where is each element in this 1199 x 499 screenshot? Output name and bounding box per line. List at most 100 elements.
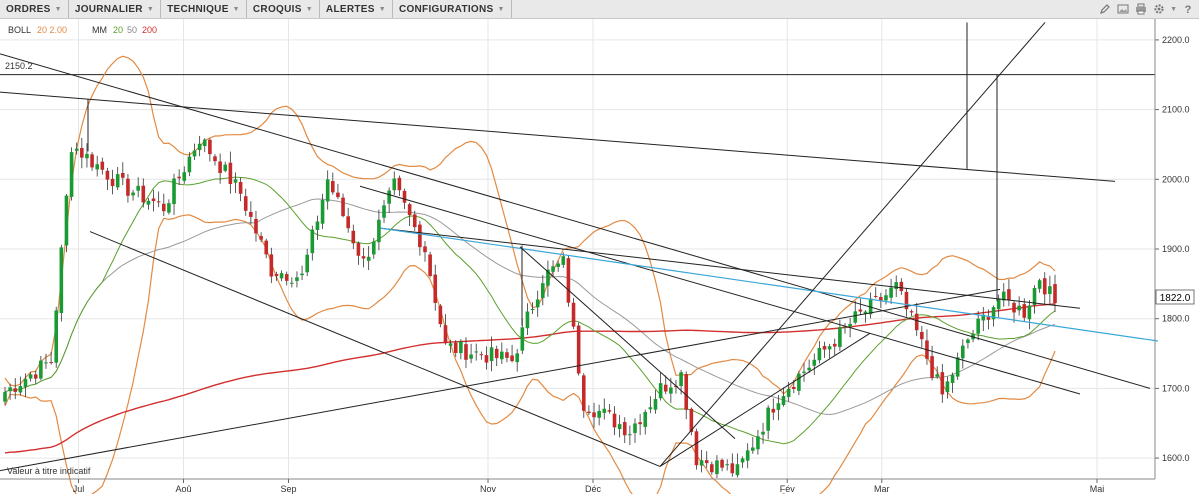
candle (151, 189, 156, 212)
trendline-steep (659, 22, 1046, 467)
candle-body (663, 384, 668, 392)
candle-body (745, 450, 750, 461)
gear-icon[interactable] (1152, 2, 1166, 16)
candle-body (592, 412, 596, 418)
candle-body (269, 254, 274, 277)
candle (110, 169, 115, 195)
candle-body (325, 179, 330, 202)
menu-croquis[interactable]: CROQUIS ▼ (247, 0, 320, 18)
menu-alertes[interactable]: ALERTES ▼ (320, 0, 393, 18)
candle (1027, 299, 1032, 330)
candle-body (136, 185, 140, 191)
menu-technique[interactable]: TECHNIQUE ▼ (161, 0, 247, 18)
candle (694, 428, 699, 470)
candle-body (500, 351, 504, 360)
candle (894, 275, 899, 298)
candle (971, 329, 975, 343)
candle (756, 429, 760, 455)
candle (863, 310, 868, 323)
candle-body (320, 199, 325, 224)
candle (961, 339, 965, 369)
candle-body (469, 354, 473, 359)
candle (1001, 283, 1006, 307)
candle (407, 202, 412, 227)
candle (909, 309, 914, 316)
candle-body (791, 386, 796, 389)
candle (208, 138, 212, 162)
candle-body (418, 224, 422, 248)
candle-body (587, 411, 591, 414)
candle (459, 339, 463, 360)
candle-body (561, 256, 566, 265)
chart-area[interactable]: 2200.0 2100.0 2000.0 1900.0 1800.0 1700.0 1600… (0, 19, 1199, 499)
candle-body (581, 375, 586, 411)
candle (325, 170, 330, 210)
price-chart[interactable]: 2200.0 2100.0 2000.0 1900.0 1800.0 1700.0 1600… (0, 19, 1199, 499)
candle-body (13, 388, 18, 392)
candle (382, 199, 386, 223)
candle (433, 264, 438, 311)
candle-body (126, 178, 130, 196)
candle-body (945, 381, 950, 393)
last-price-badge: 1822.0 (1155, 289, 1195, 305)
candle-body (658, 383, 663, 399)
print-icon[interactable] (1134, 2, 1148, 16)
candle-body (64, 195, 69, 246)
pencil-icon[interactable] (1098, 2, 1112, 16)
candle-body (684, 374, 689, 410)
candle (566, 255, 571, 307)
candle (648, 396, 653, 414)
candle (295, 271, 299, 288)
candle-body (284, 274, 289, 281)
help-icon[interactable]: ? (1181, 2, 1195, 16)
menu-label: ALERTES (325, 3, 375, 15)
candle (366, 246, 371, 271)
menu-ordres[interactable]: ORDRES ▼ (0, 0, 69, 18)
candle-body (156, 201, 161, 203)
candle (505, 348, 509, 363)
candle-body (39, 360, 43, 379)
y-tick-label: 1800.0 (1162, 314, 1190, 324)
trendline-channel-upper (0, 53, 1151, 389)
image-icon[interactable] (1116, 2, 1130, 16)
chevron-down-icon: ▼ (54, 5, 62, 13)
x-tick-label: Mai (1090, 484, 1105, 494)
candle (899, 278, 904, 295)
menu-journalier[interactable]: JOURNALIER ▼ (69, 0, 162, 18)
candle-body (786, 388, 791, 397)
candle (704, 451, 709, 468)
candle (935, 366, 939, 379)
candle-body (346, 216, 350, 229)
candle (423, 241, 427, 262)
candle-body (950, 375, 955, 383)
menu-configurations[interactable]: CONFIGURATIONS ▼ (393, 0, 512, 18)
candle-body (817, 347, 822, 361)
candle-body (643, 411, 648, 427)
candle-body (371, 241, 376, 255)
candle-body (776, 403, 781, 410)
candle-body (725, 464, 729, 466)
y-tick-label: 1900.0 (1162, 244, 1190, 254)
candle (105, 167, 110, 190)
candle (331, 172, 335, 195)
candle (587, 405, 591, 416)
candle (100, 157, 105, 175)
legend-mm-20: 20 (113, 25, 123, 35)
candle-body (249, 211, 253, 217)
bollinger-bands (4, 55, 1056, 499)
candle-body (853, 311, 858, 323)
candle-body (141, 185, 146, 203)
boll-upper-line (4, 55, 1056, 395)
chevron-down-icon[interactable]: ▼ (1170, 6, 1177, 13)
candle-body (505, 352, 509, 358)
last-price-value: 1822.0 (1160, 293, 1191, 304)
candle-body (54, 310, 59, 363)
candle-body (80, 147, 84, 158)
svg-text:?: ? (1185, 4, 1192, 15)
candle-body (69, 152, 74, 197)
candle-body (781, 396, 786, 405)
candle-body (848, 323, 852, 327)
toolbar: ▼ ? (1098, 0, 1195, 18)
candle-body (669, 387, 673, 394)
candle-body (489, 347, 494, 362)
